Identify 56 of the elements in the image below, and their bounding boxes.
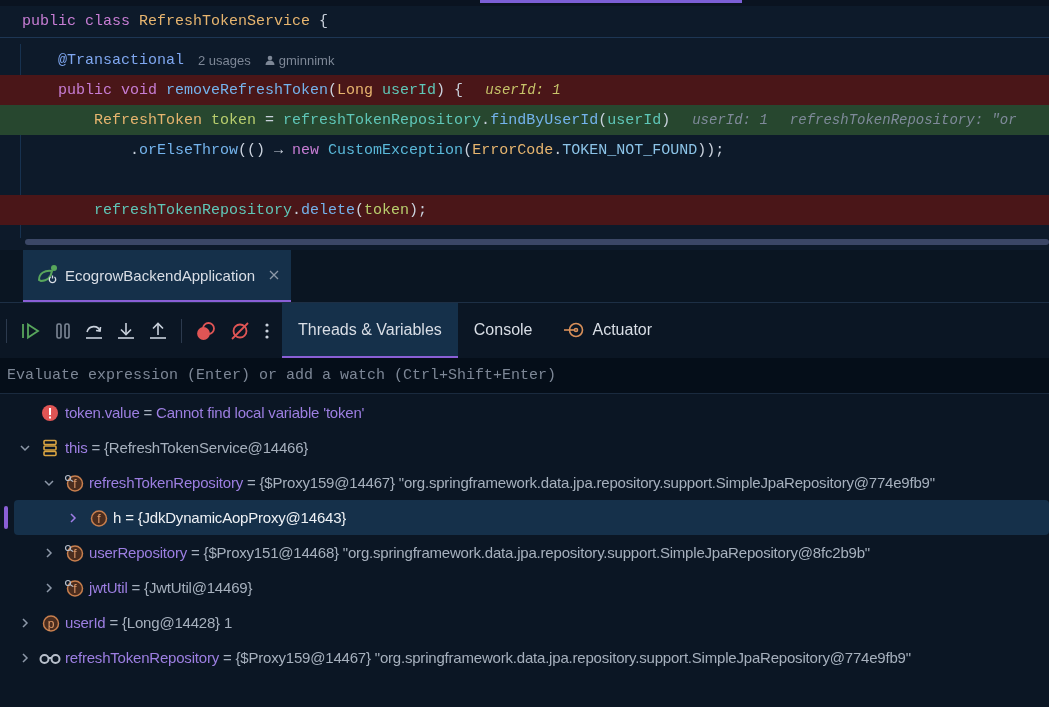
variable-text: h = {JdkDynamicAopProxy@14643} [113,509,347,526]
private-field-icon: f [64,543,84,562]
step-into-icon[interactable] [117,321,135,340]
horizontal-scrollbar[interactable] [25,239,1049,245]
pause-icon[interactable] [55,321,71,340]
private-field-icon: f [64,578,84,597]
variable-text: token.value = Cannot find local variable 'token' [65,404,365,421]
error-icon [41,403,59,422]
variable-text: this = {RefreshTokenService@14466} [65,439,309,456]
private-field-icon: f [64,473,84,492]
variable-text: jwtUtil = {JwtUtil@14469} [89,579,253,596]
variable-text: userId = {Long@14428} 1 [65,614,233,631]
resume-icon[interactable] [21,321,41,340]
variable-row[interactable]: token.value = Cannot find local variable 'token' [14,395,1049,430]
actuator-icon [564,321,585,338]
variable-row[interactable]: p userId = {Long@14428} 1 [14,605,1049,640]
usages-hint[interactable]: 2 usages [198,52,251,68]
chevron-right-icon[interactable] [43,546,55,559]
debug-tab[interactable]: Console [457,303,549,358]
variable-text: refreshTokenRepository = {$Proxy159@14467} "org.springframework.data.jpa.repository.support.SimpleJpaRepository@774e9fb9" [65,649,911,666]
breakpoints-icon[interactable] [196,320,216,341]
code-line: refreshTokenRepository.delete(token); [93,201,428,219]
stack-icon [41,438,59,457]
variable-row[interactable]: f userRepository = {$Proxy151@14468} "org.springframework.data.jpa.repository.support.SimpleJpaRepository@8fc2b9b" [14,535,1049,570]
chevron-right-icon[interactable] [43,581,55,594]
author-hint: gminnimk [278,52,335,68]
person-icon [264,55,275,65]
inline-value-hint: refreshTokenRepository: "or [789,112,1017,128]
session-tab[interactable]: EcogrowBackendApplication [23,250,292,302]
code-line: public void removeRefreshToken(Long userId) { [57,81,464,99]
code-line: @Transactional [57,51,185,69]
code-line: RefreshToken token = refreshTokenRepository.findByUserId(userId) [93,111,671,129]
inline-value-hint: userId: 1 [692,112,768,128]
step-out-icon[interactable] [149,321,167,340]
variable-row[interactable]: f refreshTokenRepository = {$Proxy159@14467} "org.springframework.data.jpa.repository.support.SimpleJpaRepository@774e9fb9" [14,465,1049,500]
debug-tab[interactable]: Threads & Variables [282,303,458,358]
chevron-right-icon[interactable] [19,651,31,664]
evaluate-expression-field[interactable]: Evaluate expression (Enter) or add a watch (Ctrl+Shift+Enter) [0,358,1049,393]
mute-breakpoints-icon[interactable] [230,320,250,341]
selection-marker [4,506,8,529]
spring-app-icon [37,264,59,286]
parameter-icon: p [40,613,60,632]
close-icon[interactable] [269,270,280,280]
code-line: .orElseThrow(() → new CustomException(ErrorCode.TOKEN_NOT_FOUND)); [129,141,725,159]
debug-tab[interactable]: Actuator [548,303,669,358]
chevron-right-icon[interactable] [19,616,31,629]
variable-text: userRepository = {$Proxy151@14468} "org.springframework.data.jpa.repository.support.SimpleJpaRepository@8fc2b9b" [89,544,870,561]
variable-text: refreshTokenRepository = {$Proxy159@14467} "org.springframework.data.jpa.repository.support.SimpleJpaRepository@774e9fb9" [89,474,935,491]
code-line: public class RefreshTokenService { [21,13,329,30]
more-icon[interactable] [264,321,270,340]
inline-value-hint: userId: 1 [485,82,561,98]
field-icon: f [88,508,108,527]
variable-row[interactable]: refreshTokenRepository = {$Proxy159@14467} "org.springframework.data.jpa.repository.support.SimpleJpaRepository@774e9fb9" [14,640,1049,675]
chevron-right-icon[interactable] [67,511,79,524]
variable-row[interactable]: this = {RefreshTokenService@14466} [14,430,1049,465]
variable-row[interactable]: f jwtUtil = {JwtUtil@14469} [14,570,1049,605]
